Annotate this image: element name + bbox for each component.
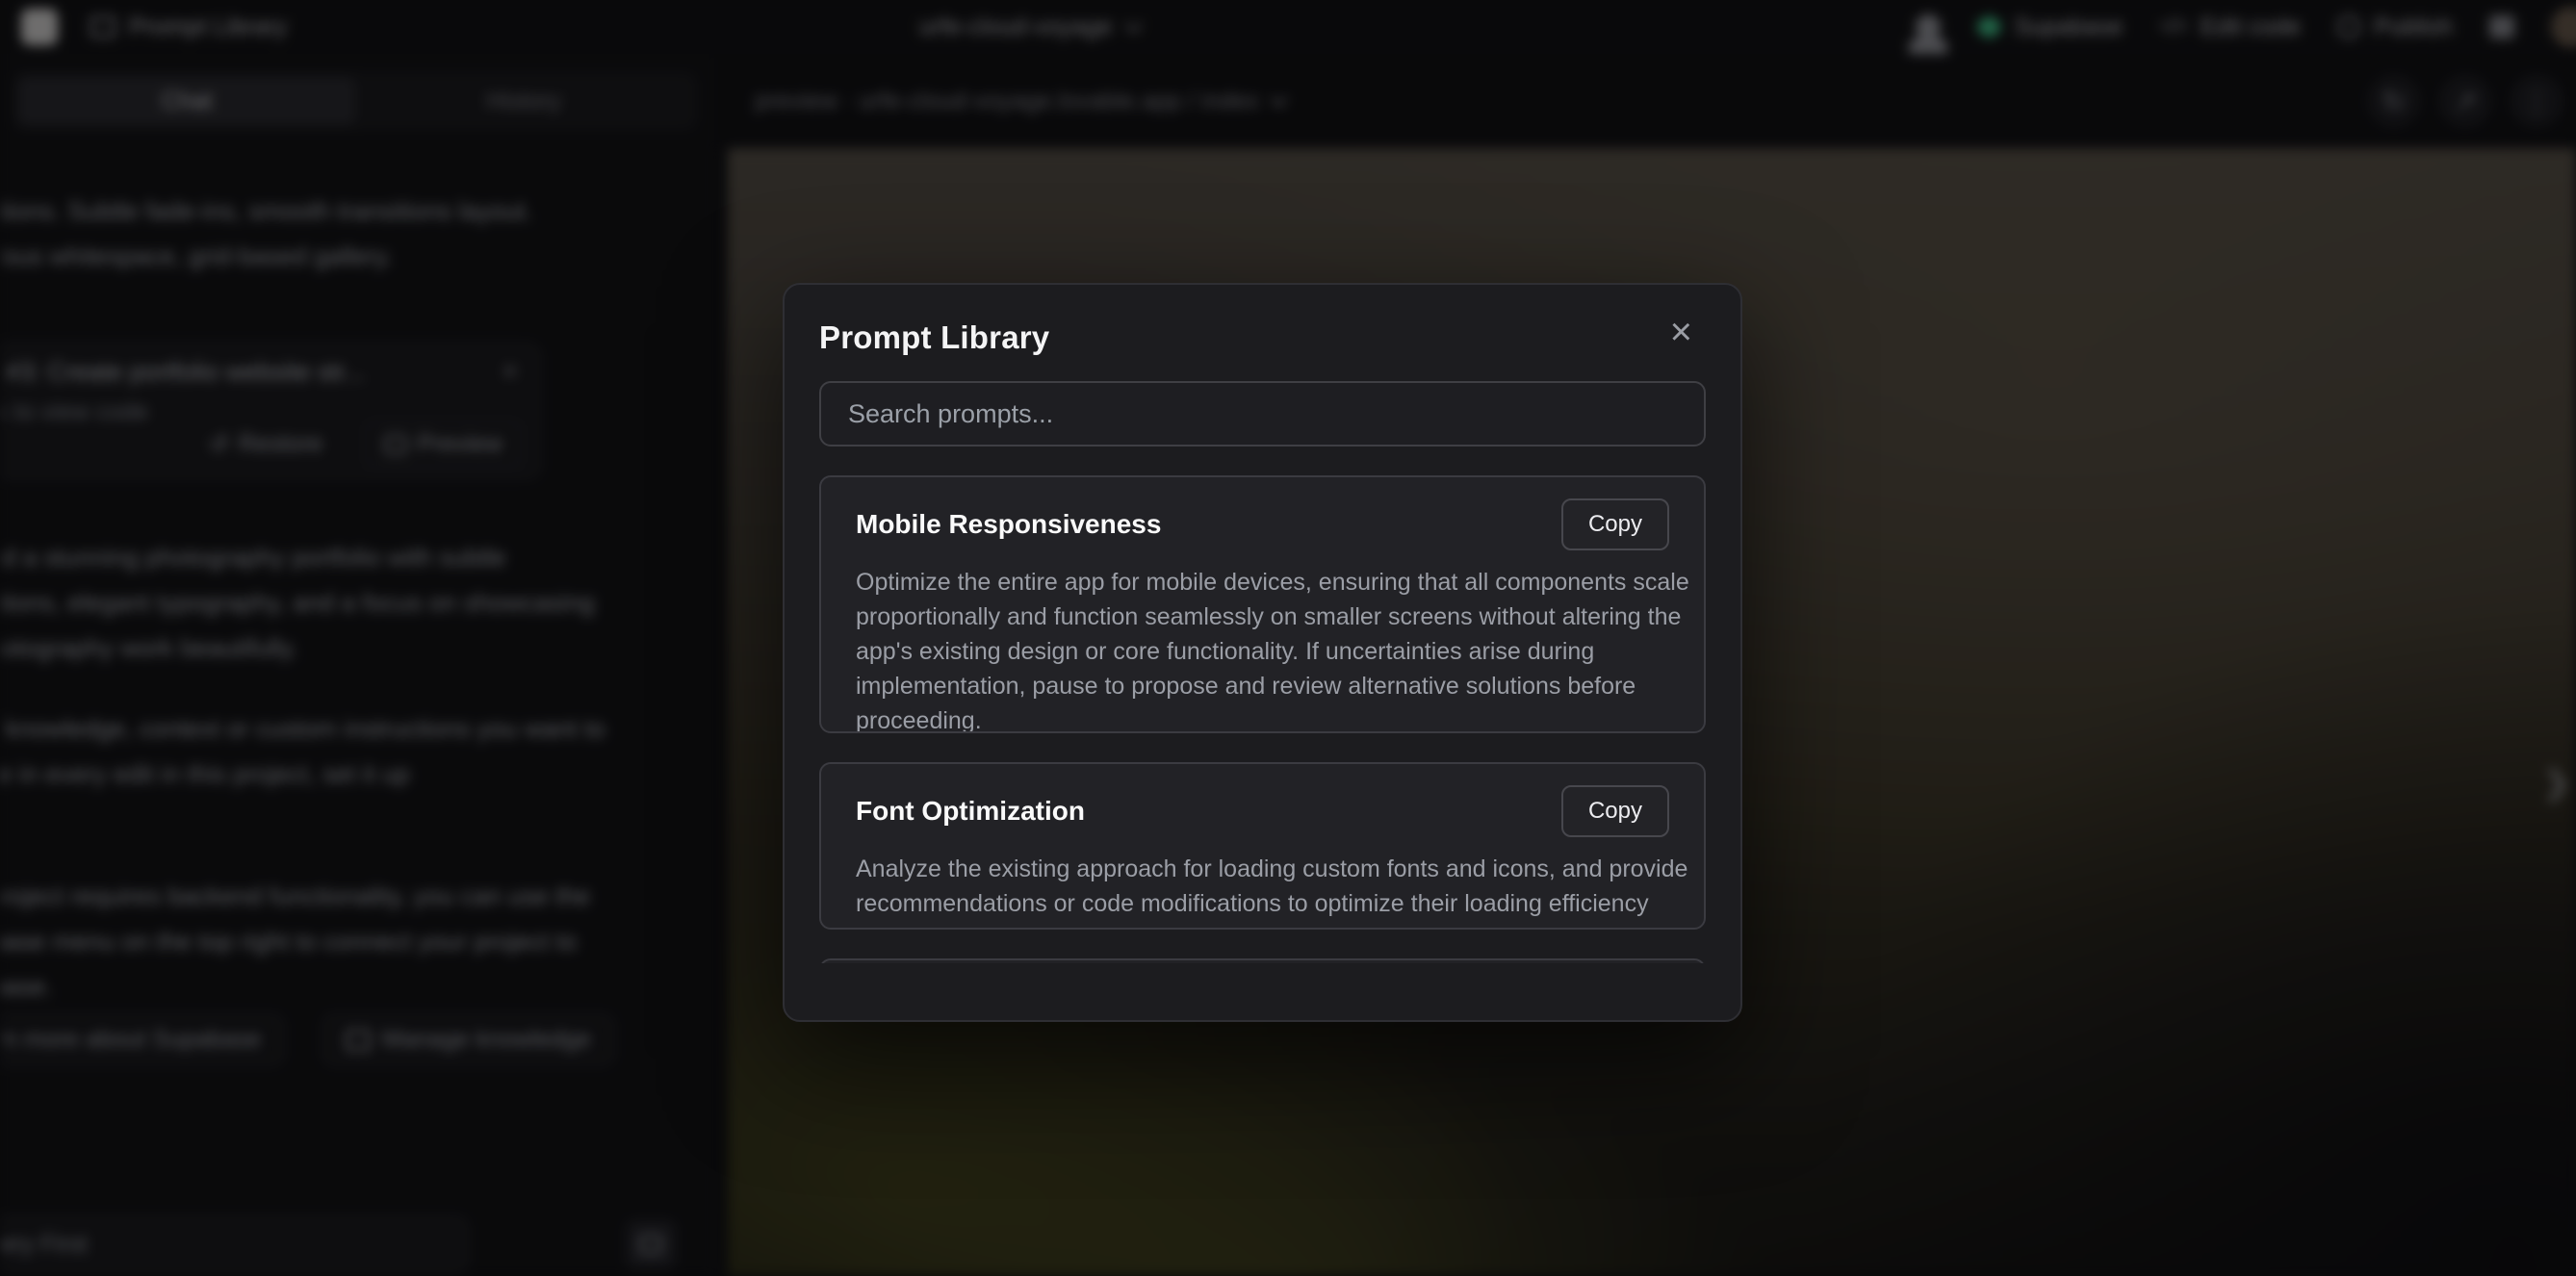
- prompt-description: Optimize the entire app for mobile devic…: [856, 565, 1706, 733]
- close-icon[interactable]: ×: [1670, 318, 1692, 346]
- prompt-card[interactable]: [819, 958, 1706, 963]
- prompt-card[interactable]: Font Optimization Copy Analyze the exist…: [819, 762, 1706, 930]
- prompt-title: Font Optimization: [856, 796, 1085, 827]
- prompt-library-modal: Prompt Library × Mobile Responsiveness C…: [783, 283, 1742, 1022]
- prompt-description: Analyze the existing approach for loadin…: [856, 852, 1706, 921]
- prompt-title: Mobile Responsiveness: [856, 509, 1161, 540]
- copy-button[interactable]: Copy: [1561, 498, 1669, 550]
- copy-button[interactable]: Copy: [1561, 785, 1669, 837]
- prompt-card[interactable]: Mobile Responsiveness Copy Optimize the …: [819, 475, 1706, 733]
- modal-title: Prompt Library: [819, 319, 1049, 356]
- app-window: Prompt Library urfe-cloud-voyage Supabas…: [0, 0, 2576, 1276]
- search-input[interactable]: [819, 381, 1706, 447]
- prompt-list: Mobile Responsiveness Copy Optimize the …: [819, 475, 1706, 963]
